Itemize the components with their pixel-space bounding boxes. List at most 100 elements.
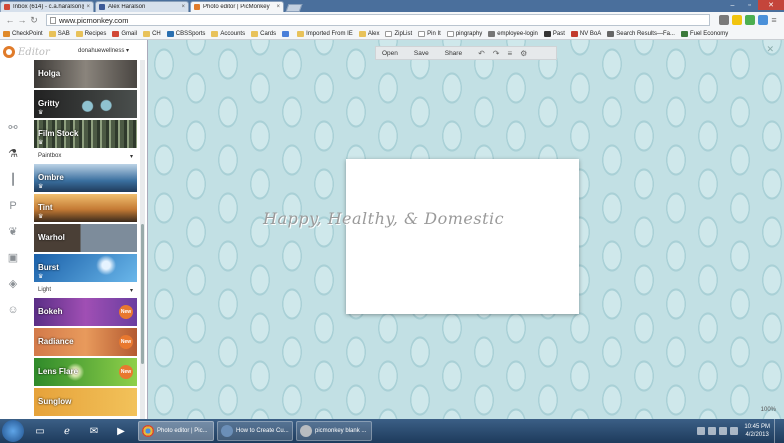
- taskbar-item-document[interactable]: How to Create Cu...: [217, 421, 293, 441]
- show-desktop-button[interactable]: [774, 419, 780, 443]
- bookmark-item[interactable]: Search Results—Fa...: [607, 30, 675, 37]
- start-button[interactable]: [2, 420, 24, 442]
- bookmark-item[interactable]: Alex: [358, 30, 379, 37]
- bookmark-item[interactable]: SAB: [48, 30, 70, 37]
- flag-icon[interactable]: [730, 427, 739, 435]
- forward-icon[interactable]: →: [16, 15, 28, 25]
- crown-icon: ♛: [38, 140, 44, 146]
- bookmark-item[interactable]: CheckPoint: [3, 30, 43, 37]
- effect-tile-film-stock[interactable]: Film Stock ♛: [34, 120, 137, 148]
- bookmark-item[interactable]: Pin It: [418, 30, 441, 37]
- outlook-icon[interactable]: ✉: [84, 422, 104, 440]
- effect-tile-holga[interactable]: Holga: [34, 60, 137, 88]
- address-bar[interactable]: www.picmonkey.com: [46, 14, 710, 26]
- frames-icon[interactable]: ▣: [7, 252, 19, 264]
- section-header-light[interactable]: Light ▾: [34, 284, 137, 296]
- bookmark-item[interactable]: pingraphy: [446, 30, 482, 37]
- chrome-icon: [142, 425, 154, 437]
- bookmark-item[interactable]: [282, 30, 291, 37]
- panel-scrollbar[interactable]: [140, 60, 145, 419]
- clock[interactable]: 10:45 PM 4/2/2013: [744, 423, 770, 439]
- zoom-level[interactable]: 100%: [761, 407, 776, 413]
- bookmark-item[interactable]: Recipes: [75, 30, 106, 37]
- bookmark-item[interactable]: Fuel Economy: [680, 30, 728, 37]
- tray-arrow-icon[interactable]: [697, 427, 706, 435]
- bookmark-item[interactable]: Past: [543, 30, 565, 37]
- effects-icon[interactable]: ⚗: [7, 148, 19, 160]
- network-icon[interactable]: [708, 427, 717, 435]
- bookmark-item[interactable]: employee-login: [488, 30, 538, 37]
- redo-icon[interactable]: ↷: [493, 49, 500, 58]
- extension-icon[interactable]: [745, 15, 755, 25]
- new-tab-button[interactable]: [285, 4, 303, 12]
- scrollbar-thumb[interactable]: [141, 224, 144, 364]
- tab-gmail[interactable]: Inbox (614) - c.a.haralson@... ×: [0, 1, 94, 12]
- effect-tile-radiance[interactable]: Radiance New: [34, 328, 137, 356]
- close-window-icon[interactable]: ✕: [758, 0, 784, 10]
- account-menu[interactable]: donahuewellness ▾: [78, 47, 129, 54]
- basic-edits-icon[interactable]: ⚯: [7, 122, 19, 134]
- page-icon: [50, 16, 56, 24]
- explorer-icon[interactable]: ▭: [30, 422, 50, 440]
- tool-rail: ⚯ ⚗ ┃ P ❦ ▣ ◈ ☺: [0, 122, 26, 330]
- close-tab-icon[interactable]: ×: [86, 4, 90, 10]
- tab-picmonkey[interactable]: Photo editor | PicMonkey ×: [190, 1, 284, 12]
- history-icon[interactable]: ≡: [508, 49, 513, 58]
- effect-tile-warhol[interactable]: Warhol: [34, 224, 137, 252]
- bookmark-item[interactable]: Imported From IE: [297, 30, 353, 37]
- bookmark-item[interactable]: Accounts: [211, 30, 245, 37]
- effect-tile-gritty[interactable]: Gritty ♛: [34, 90, 137, 118]
- menu-icon[interactable]: ≡: [768, 15, 780, 25]
- effect-tile-sunglow[interactable]: Sunglow: [34, 388, 137, 416]
- bookmark-item[interactable]: NV BoA: [570, 30, 601, 37]
- overlays-icon[interactable]: ❦: [7, 226, 19, 238]
- ie-icon[interactable]: ℯ: [57, 422, 77, 440]
- bookmark-item[interactable]: Gmail: [112, 30, 137, 37]
- effect-tile-burst[interactable]: Burst ♛: [34, 254, 137, 282]
- save-button[interactable]: Save: [414, 50, 429, 57]
- reload-icon[interactable]: ↻: [28, 15, 40, 26]
- canvas-toolbar: Open Save Share ↶ ↷ ≡ ⚙: [375, 46, 557, 60]
- extension-icon[interactable]: [719, 15, 729, 25]
- tab-title: Inbox (614) - c.a.haralson@...: [13, 4, 84, 10]
- minimize-icon[interactable]: –: [724, 0, 741, 10]
- close-tab-icon[interactable]: ×: [181, 4, 185, 10]
- picmonkey-logo[interactable]: Editor: [3, 44, 51, 60]
- touch-up-icon[interactable]: ┃: [7, 174, 19, 186]
- share-button[interactable]: Share: [445, 50, 462, 57]
- fuel-icon: [680, 30, 688, 37]
- effect-tile-ombre[interactable]: Ombre ♛: [34, 164, 137, 192]
- bookmark-item[interactable]: CBSSports: [166, 30, 205, 37]
- bookmark-icon: [3, 30, 10, 37]
- undo-icon[interactable]: ↶: [478, 49, 485, 58]
- textures-icon[interactable]: ◈: [7, 278, 19, 290]
- effect-tile-tint[interactable]: Tint ♛: [34, 194, 137, 222]
- effect-tile-lens-flare[interactable]: Lens Flare New: [34, 358, 137, 386]
- section-header-paintbox[interactable]: Paintbox ▾: [34, 150, 137, 162]
- bookmark-item[interactable]: ZipList: [385, 30, 412, 37]
- user-icon: [488, 30, 496, 37]
- effects-panel: Holga Gritty ♛ Film Stock ♛ Paintbox ▾ Ombr…: [34, 60, 137, 419]
- maximize-icon[interactable]: ▫: [741, 0, 758, 10]
- bookmark-item[interactable]: CH: [143, 30, 161, 37]
- crown-icon: ♛: [38, 110, 44, 116]
- bookmark-item[interactable]: Cards: [251, 30, 276, 37]
- themes-icon[interactable]: ☺: [7, 304, 19, 316]
- tray-icons: [694, 427, 739, 435]
- taskbar-item-chrome[interactable]: Photo editor | Pic...: [138, 421, 214, 441]
- volume-icon[interactable]: [719, 427, 728, 435]
- back-icon[interactable]: ←: [4, 15, 16, 25]
- blank-canvas[interactable]: [346, 159, 579, 314]
- effect-tile-bokeh[interactable]: Bokeh New: [34, 298, 137, 326]
- close-tab-icon[interactable]: ×: [276, 4, 280, 10]
- star-icon[interactable]: [732, 15, 742, 25]
- taskbar-item-image[interactable]: picmonkey blank ...: [296, 421, 372, 441]
- text-icon[interactable]: P: [7, 200, 19, 212]
- close-canvas-icon[interactable]: ✕: [766, 44, 774, 55]
- extension-icon[interactable]: [758, 15, 768, 25]
- media-player-icon[interactable]: ▶: [111, 422, 131, 440]
- tab-facebook[interactable]: Alex Haralson ×: [95, 1, 189, 12]
- folder-icon: [251, 30, 259, 37]
- open-button[interactable]: Open: [382, 50, 398, 57]
- settings-gear-icon[interactable]: ⚙: [520, 49, 527, 58]
